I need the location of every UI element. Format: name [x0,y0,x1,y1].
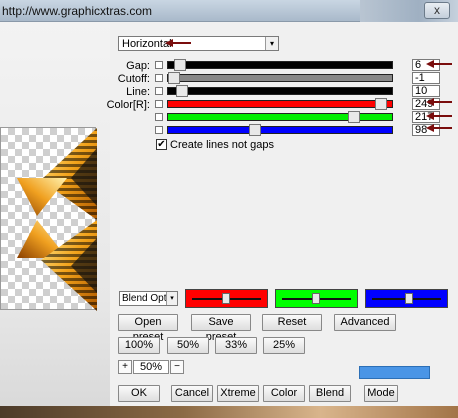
preview-artwork [17,128,97,311]
color-button[interactable]: Color [263,385,305,402]
blend-select[interactable]: Blend Opti ▾ [119,291,178,306]
color-b-slider[interactable] [167,124,393,136]
line-slider[interactable] [167,85,393,97]
color-b-slider-thumb[interactable] [249,124,261,136]
reset-button[interactable]: Reset [262,314,322,331]
color-r-slider-thumb[interactable] [375,98,387,110]
gap-reset-box[interactable] [155,61,163,69]
mode-button[interactable]: Mode [364,385,398,402]
cancel-button[interactable]: Cancel [171,385,213,402]
green-blend-knob[interactable] [312,293,320,304]
zoom-100-button[interactable]: 100% [118,337,160,354]
chevron-down-icon[interactable]: ▾ [166,292,177,305]
preview-canvas [0,127,97,311]
gap-label: Gap: [126,60,150,72]
chevron-down-icon[interactable]: ▾ [265,37,278,50]
create-lines-checkbox[interactable]: ✔ [156,139,167,150]
progress-bar [359,366,430,379]
line-label: Line: [126,86,150,98]
zoom-value: 50% [133,360,169,374]
annotation-arrow-icon [426,60,452,68]
zoom-50-button[interactable]: 50% [167,337,209,354]
green-blend-swatch[interactable] [275,289,358,308]
cutoff-value[interactable]: -1 [412,72,440,84]
gap-slider[interactable] [167,59,393,71]
save-preset-button[interactable]: Save preset [191,314,251,343]
zoom-25-button[interactable]: 25% [263,337,305,354]
desktop-background-strip [0,406,458,418]
cutoff-label: Cutoff: [117,73,150,85]
cutoff-reset-box[interactable] [155,74,163,82]
create-lines-label: Create lines not gaps [170,139,274,151]
blend-button[interactable]: Blend [309,385,351,402]
color-g-slider[interactable] [167,111,393,123]
open-preset-button[interactable]: Open preset [118,314,178,343]
color-r-reset-box[interactable] [155,100,163,108]
annotation-arrow-icon [426,112,452,120]
xtreme-button[interactable]: Xtreme [217,385,259,402]
blue-blend-swatch[interactable] [365,289,448,308]
line-slider-thumb[interactable] [176,85,188,97]
color-b-reset-box[interactable] [155,126,163,134]
color-g-reset-box[interactable] [155,113,163,121]
window-title-url: http://www.graphicxtras.com [2,4,153,18]
gap-slider-thumb[interactable] [174,59,186,71]
window-titlebar: http://www.graphicxtras.com x [0,0,458,22]
annotation-arrow-icon [426,124,452,132]
line-value[interactable]: 10 [412,85,440,97]
color-r-label: Color[R]: [106,99,150,111]
zoom-in-button[interactable]: + [118,360,132,374]
zoom-out-button[interactable]: − [170,360,184,374]
blend-select-value: Blend Opti [122,293,169,304]
red-blend-knob[interactable] [222,293,230,304]
ok-button[interactable]: OK [118,385,160,402]
direction-select[interactable]: Horizontal ▾ [118,36,279,51]
blue-blend-knob[interactable] [405,293,413,304]
color-r-slider[interactable] [167,98,393,110]
cutoff-slider[interactable] [167,72,393,84]
annotation-arrow-icon [426,98,452,106]
color-g-slider-thumb[interactable] [348,111,360,123]
line-reset-box[interactable] [155,87,163,95]
advanced-button[interactable]: Advanced [334,314,396,331]
cutoff-slider-thumb[interactable] [168,72,180,84]
close-button[interactable]: x [424,2,450,19]
zoom-33-button[interactable]: 33% [215,337,257,354]
red-blend-swatch[interactable] [185,289,268,308]
annotation-arrow-icon [165,39,191,47]
